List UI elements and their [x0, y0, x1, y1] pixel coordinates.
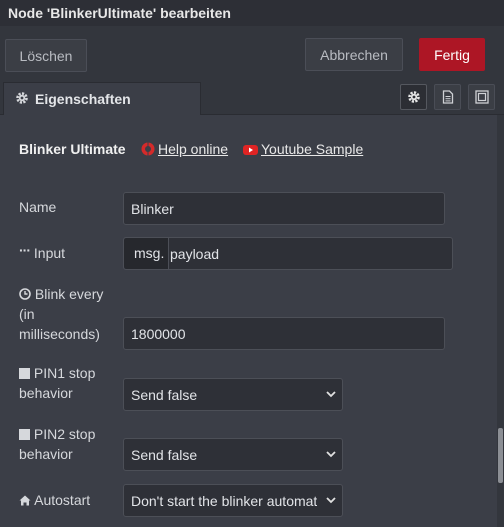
pin1-label: PIN1 stop behavior: [19, 363, 95, 403]
name-label-text: Name: [19, 199, 57, 215]
help-icon: [141, 142, 155, 156]
properties-panel: Blinker Ultimate Help online Youtube Sam…: [0, 115, 496, 527]
scrollbar-thumb[interactable]: [498, 428, 503, 483]
appearance-tab-button[interactable]: [468, 84, 495, 110]
youtube-sample-link[interactable]: Youtube Sample: [243, 141, 363, 157]
input-label: ··· Input: [19, 242, 66, 263]
autostart-label-text: Autostart: [34, 492, 91, 508]
tab-properties-label: Eigenschaften: [35, 91, 131, 107]
pin2-label: PIN2 stop behavior: [19, 424, 95, 464]
input-typed-field[interactable]: msg. payload: [123, 237, 453, 270]
tab-bar: Eigenschaften: [0, 80, 504, 115]
chevron-down-icon: [326, 451, 336, 458]
dialog-title: Node 'BlinkerUltimate' bearbeiten: [8, 5, 231, 21]
chevron-down-icon: [326, 391, 336, 398]
dialog-toolbar: Löschen Abbrechen Fertig: [0, 26, 504, 81]
youtube-icon: [243, 145, 258, 155]
blink-interval-input[interactable]: 1800000: [123, 317, 445, 350]
square-icon: [19, 368, 30, 379]
gear-icon: [16, 92, 28, 104]
tab-properties[interactable]: Eigenschaften: [3, 82, 201, 115]
panel-scrollbar[interactable]: [497, 115, 504, 527]
settings-tab-button[interactable]: [400, 84, 427, 110]
blink-label-line3: milliseconds): [19, 326, 100, 342]
gear-icon: [408, 91, 420, 103]
node-title: Blinker Ultimate: [19, 141, 126, 157]
cancel-button[interactable]: Abbrechen: [305, 38, 403, 71]
autostart-label: Autostart: [19, 490, 90, 510]
youtube-sample-text[interactable]: Youtube Sample: [261, 141, 363, 157]
done-button[interactable]: Fertig: [419, 38, 485, 71]
description-tab-button[interactable]: [434, 84, 461, 110]
name-input[interactable]: Blinker: [123, 192, 445, 225]
chevron-down-icon: [326, 497, 336, 504]
blink-label: Blink every (in milliseconds): [19, 284, 103, 344]
input-label-text: Input: [33, 245, 66, 261]
ellipsis-icon: ···: [19, 242, 31, 258]
input-prefix: msg.: [134, 245, 165, 261]
clock-icon: [19, 288, 31, 300]
pin1-label-line2: behavior: [19, 385, 73, 401]
layout-icon: [475, 90, 489, 104]
blink-label-line1: Blink every: [34, 286, 104, 302]
pin2-behavior-value: Send false: [131, 447, 198, 463]
help-online-link[interactable]: Help online: [141, 141, 228, 157]
input-value: payload: [170, 246, 220, 262]
pin2-label-line1: PIN2 stop: [33, 426, 96, 442]
help-online-text[interactable]: Help online: [158, 141, 228, 157]
document-icon: [442, 90, 454, 104]
pin1-behavior-value: Send false: [131, 387, 198, 403]
delete-button[interactable]: Löschen: [5, 39, 87, 72]
blink-label-line2: (in: [19, 306, 35, 322]
home-icon: [19, 495, 31, 506]
name-label: Name: [19, 197, 56, 217]
blink-interval-value: 1800000: [131, 326, 186, 342]
square-icon: [19, 429, 30, 440]
dialog-titlebar: Node 'BlinkerUltimate' bearbeiten: [0, 0, 504, 26]
pin1-behavior-select[interactable]: Send false: [123, 378, 343, 411]
pin2-behavior-select[interactable]: Send false: [123, 438, 343, 471]
autostart-select[interactable]: Don't start the blinker automat: [123, 484, 343, 517]
pin1-label-line1: PIN1 stop: [33, 365, 96, 381]
name-value: Blinker: [131, 201, 174, 217]
pin2-label-line2: behavior: [19, 446, 73, 462]
autostart-value: Don't start the blinker automat: [131, 493, 317, 509]
input-type-selector[interactable]: msg.: [124, 238, 169, 269]
